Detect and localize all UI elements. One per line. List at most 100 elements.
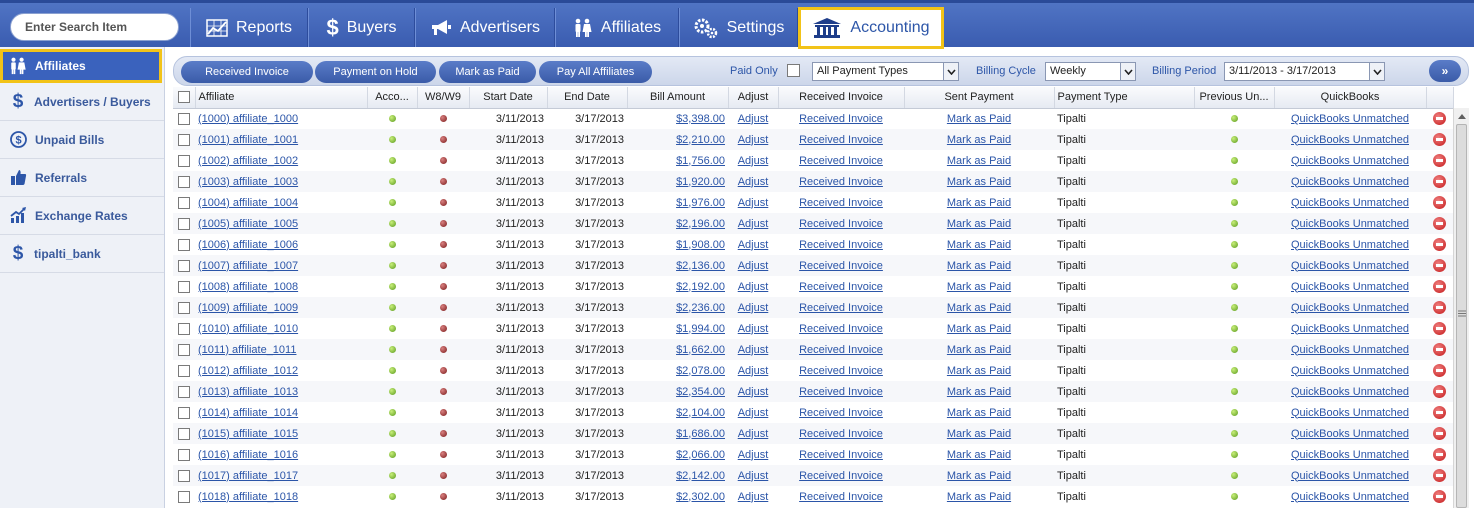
mark-as-paid-link[interactable]: Mark as Paid (947, 197, 1011, 209)
row-checkbox[interactable] (178, 385, 190, 398)
delete-icon[interactable] (1433, 175, 1446, 188)
received-invoice-link[interactable]: Received Invoice (799, 239, 883, 251)
affiliate-link[interactable]: (1016) affiliate_1016 (198, 449, 298, 461)
adjust-link[interactable]: Adjust (738, 155, 769, 167)
affiliate-link[interactable]: (1011) affiliate_1011 (198, 344, 296, 356)
header-sent-payment[interactable]: Sent Payment (904, 87, 1055, 109)
scroll-up-arrow-icon[interactable] (1454, 108, 1469, 124)
mark-as-paid-link[interactable]: Mark as Paid (947, 239, 1011, 251)
affiliate-link[interactable]: (1017) affiliate_1017 (198, 470, 298, 482)
adjust-link[interactable]: Adjust (738, 176, 769, 188)
mark-as-paid-link[interactable]: Mark as Paid (947, 260, 1011, 272)
tab-reports[interactable]: Reports (190, 8, 308, 47)
delete-icon[interactable] (1433, 469, 1446, 482)
received-invoice-button[interactable]: Received Invoice (181, 61, 313, 83)
header-w8w9[interactable]: W8/W9 (417, 87, 470, 109)
mark-as-paid-link[interactable]: Mark as Paid (947, 470, 1011, 482)
received-invoice-link[interactable]: Received Invoice (799, 302, 883, 314)
quickbooks-link[interactable]: QuickBooks Unmatched (1291, 344, 1409, 356)
bill-amount-link[interactable]: $1,920.00 (676, 176, 725, 188)
quickbooks-link[interactable]: QuickBooks Unmatched (1291, 197, 1409, 209)
header-previous-unpaid[interactable]: Previous Un... (1194, 87, 1275, 109)
bill-amount-link[interactable]: $2,236.00 (676, 302, 725, 314)
bill-amount-link[interactable]: $1,686.00 (676, 428, 725, 440)
mark-as-paid-link[interactable]: Mark as Paid (947, 428, 1011, 440)
bill-amount-link[interactable]: $2,210.00 (676, 134, 725, 146)
bill-amount-link[interactable]: $2,302.00 (676, 491, 725, 503)
bill-amount-link[interactable]: $1,994.00 (676, 323, 725, 335)
adjust-link[interactable]: Adjust (738, 386, 769, 398)
affiliate-link[interactable]: (1002) affiliate_1002 (198, 155, 298, 167)
delete-icon[interactable] (1433, 427, 1446, 440)
header-end-date[interactable]: End Date (547, 87, 628, 109)
header-affiliate[interactable]: Affiliate (195, 87, 368, 109)
received-invoice-link[interactable]: Received Invoice (799, 449, 883, 461)
received-invoice-link[interactable]: Received Invoice (799, 491, 883, 503)
adjust-link[interactable]: Adjust (738, 113, 769, 125)
header-received-invoice[interactable]: Received Invoice (778, 87, 905, 109)
sidebar-item-referrals[interactable]: Referrals (0, 159, 164, 197)
mark-as-paid-link[interactable]: Mark as Paid (947, 218, 1011, 230)
row-checkbox[interactable] (178, 175, 190, 188)
quickbooks-link[interactable]: QuickBooks Unmatched (1291, 239, 1409, 251)
tab-settings[interactable]: Settings (679, 8, 798, 47)
mark-as-paid-link[interactable]: Mark as Paid (947, 176, 1011, 188)
delete-icon[interactable] (1433, 280, 1446, 293)
mark-as-paid-button[interactable]: Mark as Paid (439, 61, 536, 83)
delete-icon[interactable] (1433, 238, 1446, 251)
affiliate-link[interactable]: (1009) affiliate_1009 (198, 302, 298, 314)
quickbooks-link[interactable]: QuickBooks Unmatched (1291, 134, 1409, 146)
bill-amount-link[interactable]: $1,976.00 (676, 197, 725, 209)
adjust-link[interactable]: Adjust (738, 491, 769, 503)
bill-amount-link[interactable]: $2,104.00 (676, 407, 725, 419)
paid-only-checkbox[interactable] (787, 64, 800, 77)
go-button[interactable]: » (1429, 60, 1461, 82)
delete-icon[interactable] (1433, 490, 1446, 503)
adjust-link[interactable]: Adjust (738, 260, 769, 272)
mark-as-paid-link[interactable]: Mark as Paid (947, 155, 1011, 167)
mark-as-paid-link[interactable]: Mark as Paid (947, 449, 1011, 461)
affiliate-link[interactable]: (1013) affiliate_1013 (198, 386, 298, 398)
row-checkbox[interactable] (178, 112, 190, 125)
quickbooks-link[interactable]: QuickBooks Unmatched (1291, 428, 1409, 440)
row-checkbox[interactable] (178, 343, 190, 356)
adjust-link[interactable]: Adjust (738, 449, 769, 461)
received-invoice-link[interactable]: Received Invoice (799, 218, 883, 230)
bill-amount-link[interactable]: $2,142.00 (676, 470, 725, 482)
received-invoice-link[interactable]: Received Invoice (799, 134, 883, 146)
header-bill-amount[interactable]: Bill Amount (627, 87, 729, 109)
delete-icon[interactable] (1433, 112, 1446, 126)
delete-icon[interactable] (1433, 406, 1446, 419)
header-start-date[interactable]: Start Date (469, 87, 548, 109)
received-invoice-link[interactable]: Received Invoice (799, 428, 883, 440)
adjust-link[interactable]: Adjust (738, 239, 769, 251)
received-invoice-link[interactable]: Received Invoice (799, 470, 883, 482)
quickbooks-link[interactable]: QuickBooks Unmatched (1291, 470, 1409, 482)
row-checkbox[interactable] (178, 280, 190, 293)
header-adjust[interactable]: Adjust (728, 87, 779, 109)
quickbooks-link[interactable]: QuickBooks Unmatched (1291, 155, 1409, 167)
affiliate-link[interactable]: (1004) affiliate_1004 (198, 197, 298, 209)
delete-icon[interactable] (1433, 343, 1446, 356)
mark-as-paid-link[interactable]: Mark as Paid (947, 386, 1011, 398)
quickbooks-link[interactable]: QuickBooks Unmatched (1291, 449, 1409, 461)
row-checkbox[interactable] (178, 322, 190, 335)
vertical-scrollbar[interactable] (1453, 108, 1469, 508)
sidebar-item-exchange-rates[interactable]: Exchange Rates (0, 197, 164, 235)
affiliate-link[interactable]: (1006) affiliate_1006 (198, 239, 298, 251)
received-invoice-link[interactable]: Received Invoice (799, 386, 883, 398)
row-checkbox[interactable] (178, 427, 190, 440)
row-checkbox[interactable] (178, 133, 190, 146)
affiliate-link[interactable]: (1008) affiliate_1008 (198, 281, 298, 293)
bill-amount-link[interactable]: $2,066.00 (676, 449, 725, 461)
sidebar-item-affiliates[interactable]: Affiliates (0, 49, 162, 83)
bill-amount-link[interactable]: $2,136.00 (676, 260, 725, 272)
row-checkbox[interactable] (178, 301, 190, 314)
received-invoice-link[interactable]: Received Invoice (799, 365, 883, 377)
mark-as-paid-link[interactable]: Mark as Paid (947, 407, 1011, 419)
payment-on-hold-button[interactable]: Payment on Hold (315, 61, 436, 83)
row-checkbox[interactable] (178, 217, 190, 230)
bill-amount-link[interactable]: $2,192.00 (676, 281, 725, 293)
bill-amount-link[interactable]: $2,078.00 (676, 365, 725, 377)
bill-amount-link[interactable]: $1,662.00 (676, 344, 725, 356)
